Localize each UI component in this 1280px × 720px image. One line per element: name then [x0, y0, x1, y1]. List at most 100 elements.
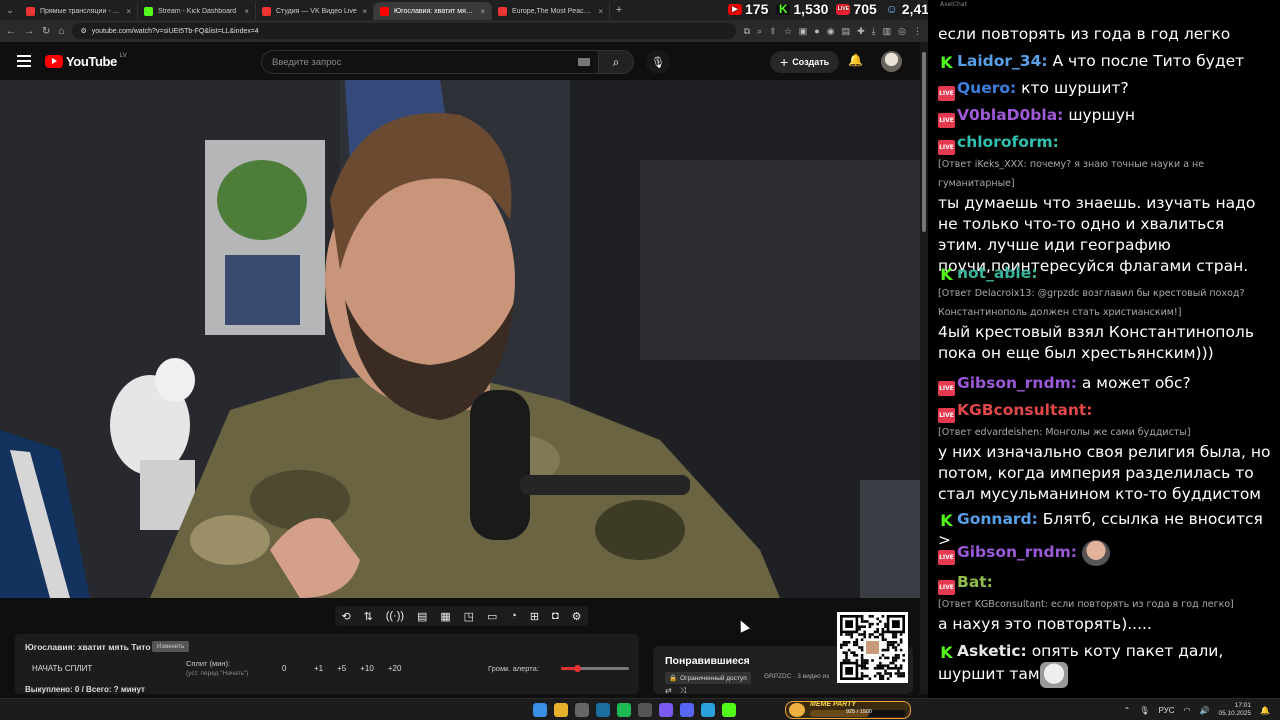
extension-icon[interactable]: ●	[814, 26, 819, 37]
film-icon[interactable]: ▦	[440, 610, 450, 623]
account-avatar[interactable]	[881, 51, 902, 72]
search-button[interactable]: ⌕	[598, 50, 634, 74]
keyboard-icon[interactable]	[578, 58, 590, 66]
create-button[interactable]: + Создать	[770, 51, 840, 73]
chat-username[interactable]: Laidor_34:	[957, 52, 1048, 70]
forward-icon[interactable]: →	[24, 26, 34, 37]
telegram-icon[interactable]	[701, 703, 715, 717]
steam-icon[interactable]	[596, 703, 610, 717]
sidebar-icon[interactable]: ▥	[883, 26, 892, 37]
screenshot-icon[interactable]: ◘	[552, 610, 559, 622]
settings-icon[interactable]: ⚙	[572, 610, 582, 623]
extension-icon[interactable]: ◉	[827, 26, 835, 37]
home-icon[interactable]: ⌂	[58, 26, 64, 37]
tab-close-icon[interactable]: ×	[362, 7, 367, 16]
alert-volume-slider[interactable]	[561, 665, 629, 672]
chrome-icon[interactable]	[554, 703, 568, 717]
discord-icon[interactable]	[680, 703, 694, 717]
tab-close-icon[interactable]: ×	[244, 7, 249, 16]
increment-button[interactable]: +10	[360, 664, 374, 673]
app-icon[interactable]	[659, 703, 673, 717]
subtitles-icon[interactable]: ▭	[487, 610, 497, 623]
zoom-icon[interactable]: ⌕	[757, 26, 762, 37]
url-field[interactable]: ⚙ youtube.com/watch?v=siUEt5Tb-FQ&list=L…	[72, 23, 736, 39]
shuffle-icon[interactable]: ⤨	[680, 686, 686, 696]
picture-in-picture-icon[interactable]: ◳	[464, 610, 474, 623]
search-input[interactable]: Введите запрос	[261, 50, 599, 74]
video-player[interactable]	[0, 80, 920, 598]
live-platform-icon: LIVE	[938, 408, 955, 423]
windows-start-icon[interactable]	[533, 703, 547, 717]
bookmark-icon[interactable]: ☆	[784, 26, 792, 37]
back-icon[interactable]: ←	[6, 26, 16, 37]
loop-icon[interactable]: ⇄	[665, 686, 672, 696]
chevron-up-icon[interactable]: ⌃	[1124, 706, 1131, 715]
chat-username[interactable]: Gibson_rndm:	[957, 374, 1077, 392]
profile-icon[interactable]: ◎	[898, 26, 906, 37]
chat-username[interactable]: chloroform:	[957, 133, 1059, 151]
clock[interactable]: 17:01 05.10.2025	[1218, 702, 1251, 718]
browser-tab[interactable]: Прямые трансляции - YouTube ×	[20, 2, 138, 20]
playlist-video-icon[interactable]: ▤	[417, 610, 427, 623]
browser-tab[interactable]: Europe,The Most Peaceful Cont ×	[492, 2, 610, 20]
microphone-tray-icon[interactable]: 🎙	[1139, 706, 1149, 715]
chat-username[interactable]: KGBconsultant:	[957, 401, 1093, 419]
extension-icon[interactable]: ▣	[799, 26, 808, 37]
language-indicator[interactable]: РУС	[1159, 706, 1175, 715]
repeat-icon[interactable]: ⟲	[341, 610, 350, 623]
kick-icon[interactable]	[722, 703, 736, 717]
browser-tab[interactable]: Югославия: хватит мять Т... ×	[374, 2, 492, 20]
sort-icon[interactable]: ⇅	[364, 610, 373, 623]
edit-button[interactable]: Изменить	[152, 641, 190, 652]
download-icon[interactable]: ⤓	[872, 26, 876, 37]
voice-search-button[interactable]: 🎙	[646, 50, 670, 74]
speed-icon[interactable]: ◔	[510, 610, 517, 622]
extension-icon[interactable]: ▤	[842, 26, 851, 37]
chat-username[interactable]: V0blaD0bla:	[957, 106, 1063, 124]
tab-search-icon[interactable]: ⌄	[0, 0, 20, 20]
live-platform-icon: LIVE	[938, 580, 955, 595]
browser-tab[interactable]: Студия — VK Видео Live ×	[256, 2, 374, 20]
tab-close-icon[interactable]: ×	[598, 7, 603, 16]
menu-icon[interactable]: ⋮	[913, 26, 922, 37]
playlist-title[interactable]: Понравившиеся	[665, 655, 750, 667]
scrollbar-thumb[interactable]	[922, 52, 926, 232]
search-icon: ⌕	[612, 54, 620, 69]
obs-icon[interactable]	[638, 703, 652, 717]
notifications-icon[interactable]: 🔔	[1260, 706, 1270, 715]
split-value: 0	[282, 664, 287, 673]
site-info-icon[interactable]: ⚙	[80, 27, 86, 35]
increment-button[interactable]: +5	[337, 664, 346, 673]
start-split-button[interactable]: НАЧАТЬ СПЛИТ	[32, 664, 92, 673]
share-icon[interactable]: ⇪	[769, 26, 777, 37]
broadcast-icon[interactable]: ((·))	[386, 610, 404, 622]
tab-close-icon[interactable]: ×	[480, 7, 485, 16]
browser-tab[interactable]: Stream - Kick Dashboard ×	[138, 2, 256, 20]
chat-username[interactable]: not_able:	[957, 264, 1037, 282]
chat-username[interactable]: Asketic:	[957, 642, 1027, 660]
puzzle-icon[interactable]: ✚	[857, 26, 865, 37]
increment-button[interactable]: +1	[314, 664, 323, 673]
tab-favicon-icon	[498, 6, 507, 16]
reload-icon[interactable]: ↻	[42, 26, 50, 37]
wifi-icon[interactable]: ◠	[1184, 706, 1191, 715]
slider-knob[interactable]	[574, 665, 581, 672]
volume-icon[interactable]: 🔊	[1200, 706, 1210, 715]
add-clip-icon[interactable]: ⊞	[530, 610, 539, 623]
split-summary: Выкуплено: 0 / Всего: ? минут	[25, 685, 145, 694]
spotify-icon[interactable]	[617, 703, 631, 717]
chat-message-line: LIVE Bat:	[938, 572, 1272, 595]
chat-username[interactable]: Quero:	[957, 79, 1016, 97]
chat-username[interactable]: Gonnard:	[957, 510, 1038, 528]
new-tab-button[interactable]: +	[610, 4, 628, 16]
tab-close-icon[interactable]: ×	[126, 7, 131, 16]
youtube-logo[interactable]: YouTube LV	[45, 53, 127, 69]
chat-username[interactable]: Gibson_rndm:	[957, 543, 1077, 561]
menu-burger-icon[interactable]	[17, 55, 31, 67]
notifications-bell-icon[interactable]: 🔔	[848, 53, 863, 67]
increment-button[interactable]: +20	[388, 664, 402, 673]
translate-icon[interactable]: ⧉	[744, 26, 750, 37]
page-scrollbar[interactable]	[920, 42, 928, 694]
search-icon[interactable]	[575, 703, 589, 717]
chat-username[interactable]: Bat:	[957, 573, 993, 591]
